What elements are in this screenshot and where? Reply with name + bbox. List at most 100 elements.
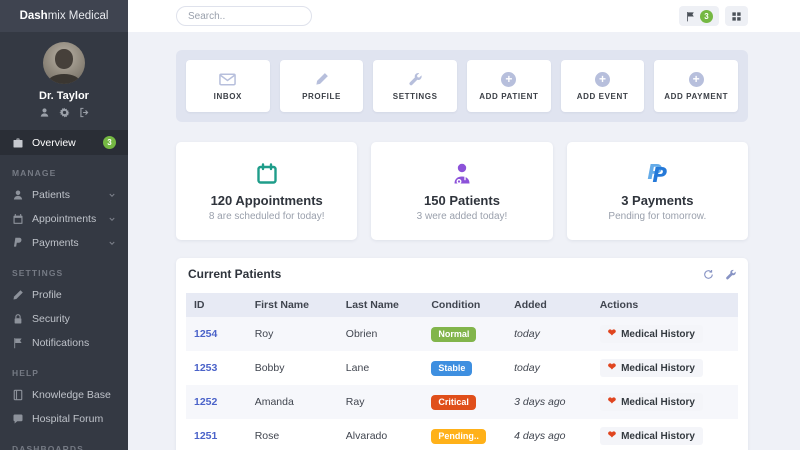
medical-history-button[interactable]: ❤Medical History — [600, 427, 703, 445]
wrench-icon — [408, 71, 422, 87]
apps-grid-button[interactable] — [725, 6, 748, 26]
chevron-down-icon — [108, 239, 116, 247]
medical-bag-icon — [12, 137, 24, 149]
condition-badge: Normal — [431, 327, 476, 342]
user-name: Dr. Taylor — [0, 90, 128, 102]
payments-stat-card[interactable]: PP 3 Payments Pending for tomorrow. — [567, 142, 748, 240]
patient-first-name: Roy — [247, 317, 338, 351]
medical-history-button[interactable]: ❤Medical History — [600, 325, 703, 343]
heart-icon: ❤ — [608, 397, 616, 407]
patient-last-name: Lane — [338, 351, 424, 385]
plus-circle-icon: + — [595, 71, 610, 87]
patient-first-name: Rose — [247, 419, 338, 450]
condition-badge: Pending.. — [431, 429, 486, 444]
sidebar-item-label: Profile — [32, 289, 62, 301]
chevron-down-icon — [108, 191, 116, 199]
sidebar-item-security[interactable]: Security — [0, 307, 128, 331]
added-date: today — [506, 317, 592, 351]
sidebar-item-profile[interactable]: Profile — [0, 283, 128, 307]
quick-action-label: SETTINGS — [393, 92, 438, 101]
brand-logo[interactable]: Dashmix Medical — [0, 0, 128, 32]
patient-first-name: Bobby — [247, 351, 338, 385]
column-header-last-name: Last Name — [338, 293, 424, 317]
quick-action-label: INBOX — [214, 92, 242, 101]
book-icon — [12, 389, 24, 401]
brand-bold: Dash — [20, 10, 48, 22]
sidebar-item-label: Knowledge Base — [32, 389, 111, 401]
grid-icon — [731, 11, 742, 22]
sidebar-item-label: Notifications — [32, 337, 89, 349]
table-row: 1252 Amanda Ray Critical 3 days ago ❤Med… — [186, 385, 738, 419]
patient-id-link[interactable]: 1252 — [194, 396, 217, 408]
avatar[interactable] — [43, 42, 85, 84]
sidebar-item-overview[interactable]: Overview 3 — [0, 130, 128, 155]
refresh-icon[interactable] — [703, 269, 714, 280]
nav-heading-help: HELP — [0, 355, 128, 383]
settings-button[interactable]: SETTINGS — [373, 60, 457, 112]
column-header-first-name: First Name — [247, 293, 338, 317]
gear-icon[interactable] — [59, 107, 70, 118]
sidebar-item-payments[interactable]: Payments — [0, 231, 128, 255]
heart-icon: ❤ — [608, 363, 616, 373]
sidebar-item-knowledge-base[interactable]: Knowledge Base — [0, 383, 128, 407]
medical-history-button[interactable]: ❤Medical History — [600, 359, 703, 377]
sidebar-item-label: Security — [32, 313, 70, 325]
table-row: 1254 Roy Obrien Normal today ❤Medical Hi… — [186, 317, 738, 351]
table-row: 1251 Rose Alvarado Pending.. 4 days ago … — [186, 419, 738, 450]
sidebar: Dashmix Medical Dr. Taylor Overview 3 MA… — [0, 0, 128, 450]
wrench-icon[interactable] — [725, 269, 736, 280]
nav-heading-settings: SETTINGS — [0, 255, 128, 283]
add-patient-button[interactable]: + ADD PATIENT — [467, 60, 551, 112]
sidebar-item-notifications[interactable]: Notifications — [0, 331, 128, 355]
flag-icon — [685, 11, 696, 22]
current-patients-block: Current Patients ID First Name Last Name… — [176, 258, 748, 450]
envelope-icon — [219, 71, 236, 87]
stat-title: 150 Patients — [424, 193, 500, 208]
profile-button[interactable]: PROFILE — [280, 60, 364, 112]
lock-icon — [12, 313, 24, 325]
chat-icon — [12, 413, 24, 425]
pencil-icon — [315, 71, 329, 87]
quick-actions-strip: INBOX PROFILE SETTINGS + ADD PATIENT + A… — [176, 50, 748, 122]
patient-id-link[interactable]: 1254 — [194, 328, 217, 340]
condition-badge: Stable — [431, 361, 472, 376]
search-input[interactable] — [176, 6, 312, 26]
table-row: 1253 Bobby Lane Stable today ❤Medical Hi… — [186, 351, 738, 385]
column-header-condition: Condition — [423, 293, 506, 317]
brand-rest: mix Medical — [48, 10, 109, 22]
plus-circle-icon: + — [689, 71, 704, 87]
added-date: 3 days ago — [506, 385, 592, 419]
stat-title: 3 Payments — [621, 193, 693, 208]
nav-heading-dashboards: DASHBOARDS — [0, 431, 128, 450]
quick-action-label: ADD EVENT — [577, 92, 629, 101]
patient-id-link[interactable]: 1251 — [194, 430, 217, 442]
sidebar-item-appointments[interactable]: Appointments — [0, 207, 128, 231]
add-event-button[interactable]: + ADD EVENT — [561, 60, 645, 112]
medical-history-button[interactable]: ❤Medical History — [600, 393, 703, 411]
flag-icon — [12, 337, 24, 349]
notifications-count-badge: 3 — [700, 10, 713, 23]
block-title: Current Patients — [188, 267, 281, 281]
add-payment-button[interactable]: + ADD PAYMENT — [654, 60, 738, 112]
notifications-button[interactable]: 3 — [679, 6, 719, 26]
sidebar-item-hospital-forum[interactable]: Hospital Forum — [0, 407, 128, 431]
stat-subtitle: 3 were added today! — [417, 211, 508, 222]
patients-stat-card[interactable]: 150 Patients 3 were added today! — [371, 142, 552, 240]
sidebar-item-label: Payments — [32, 237, 79, 249]
column-header-added: Added — [506, 293, 592, 317]
user-profile-icon[interactable] — [39, 107, 50, 118]
plus-circle-icon: + — [501, 71, 516, 87]
calendar-icon — [12, 213, 24, 225]
patient-last-name: Obrien — [338, 317, 424, 351]
sidebar-item-patients[interactable]: Patients — [0, 183, 128, 207]
quick-action-label: ADD PAYMENT — [664, 92, 728, 101]
added-date: 4 days ago — [506, 419, 592, 450]
nav-heading-manage: MANAGE — [0, 155, 128, 183]
sign-out-icon[interactable] — [79, 107, 90, 118]
stat-subtitle: 8 are scheduled for today! — [209, 211, 325, 222]
calendar-icon — [255, 160, 279, 188]
patient-last-name: Ray — [338, 385, 424, 419]
appointments-stat-card[interactable]: 120 Appointments 8 are scheduled for tod… — [176, 142, 357, 240]
patient-id-link[interactable]: 1253 — [194, 362, 217, 374]
inbox-button[interactable]: INBOX — [186, 60, 270, 112]
